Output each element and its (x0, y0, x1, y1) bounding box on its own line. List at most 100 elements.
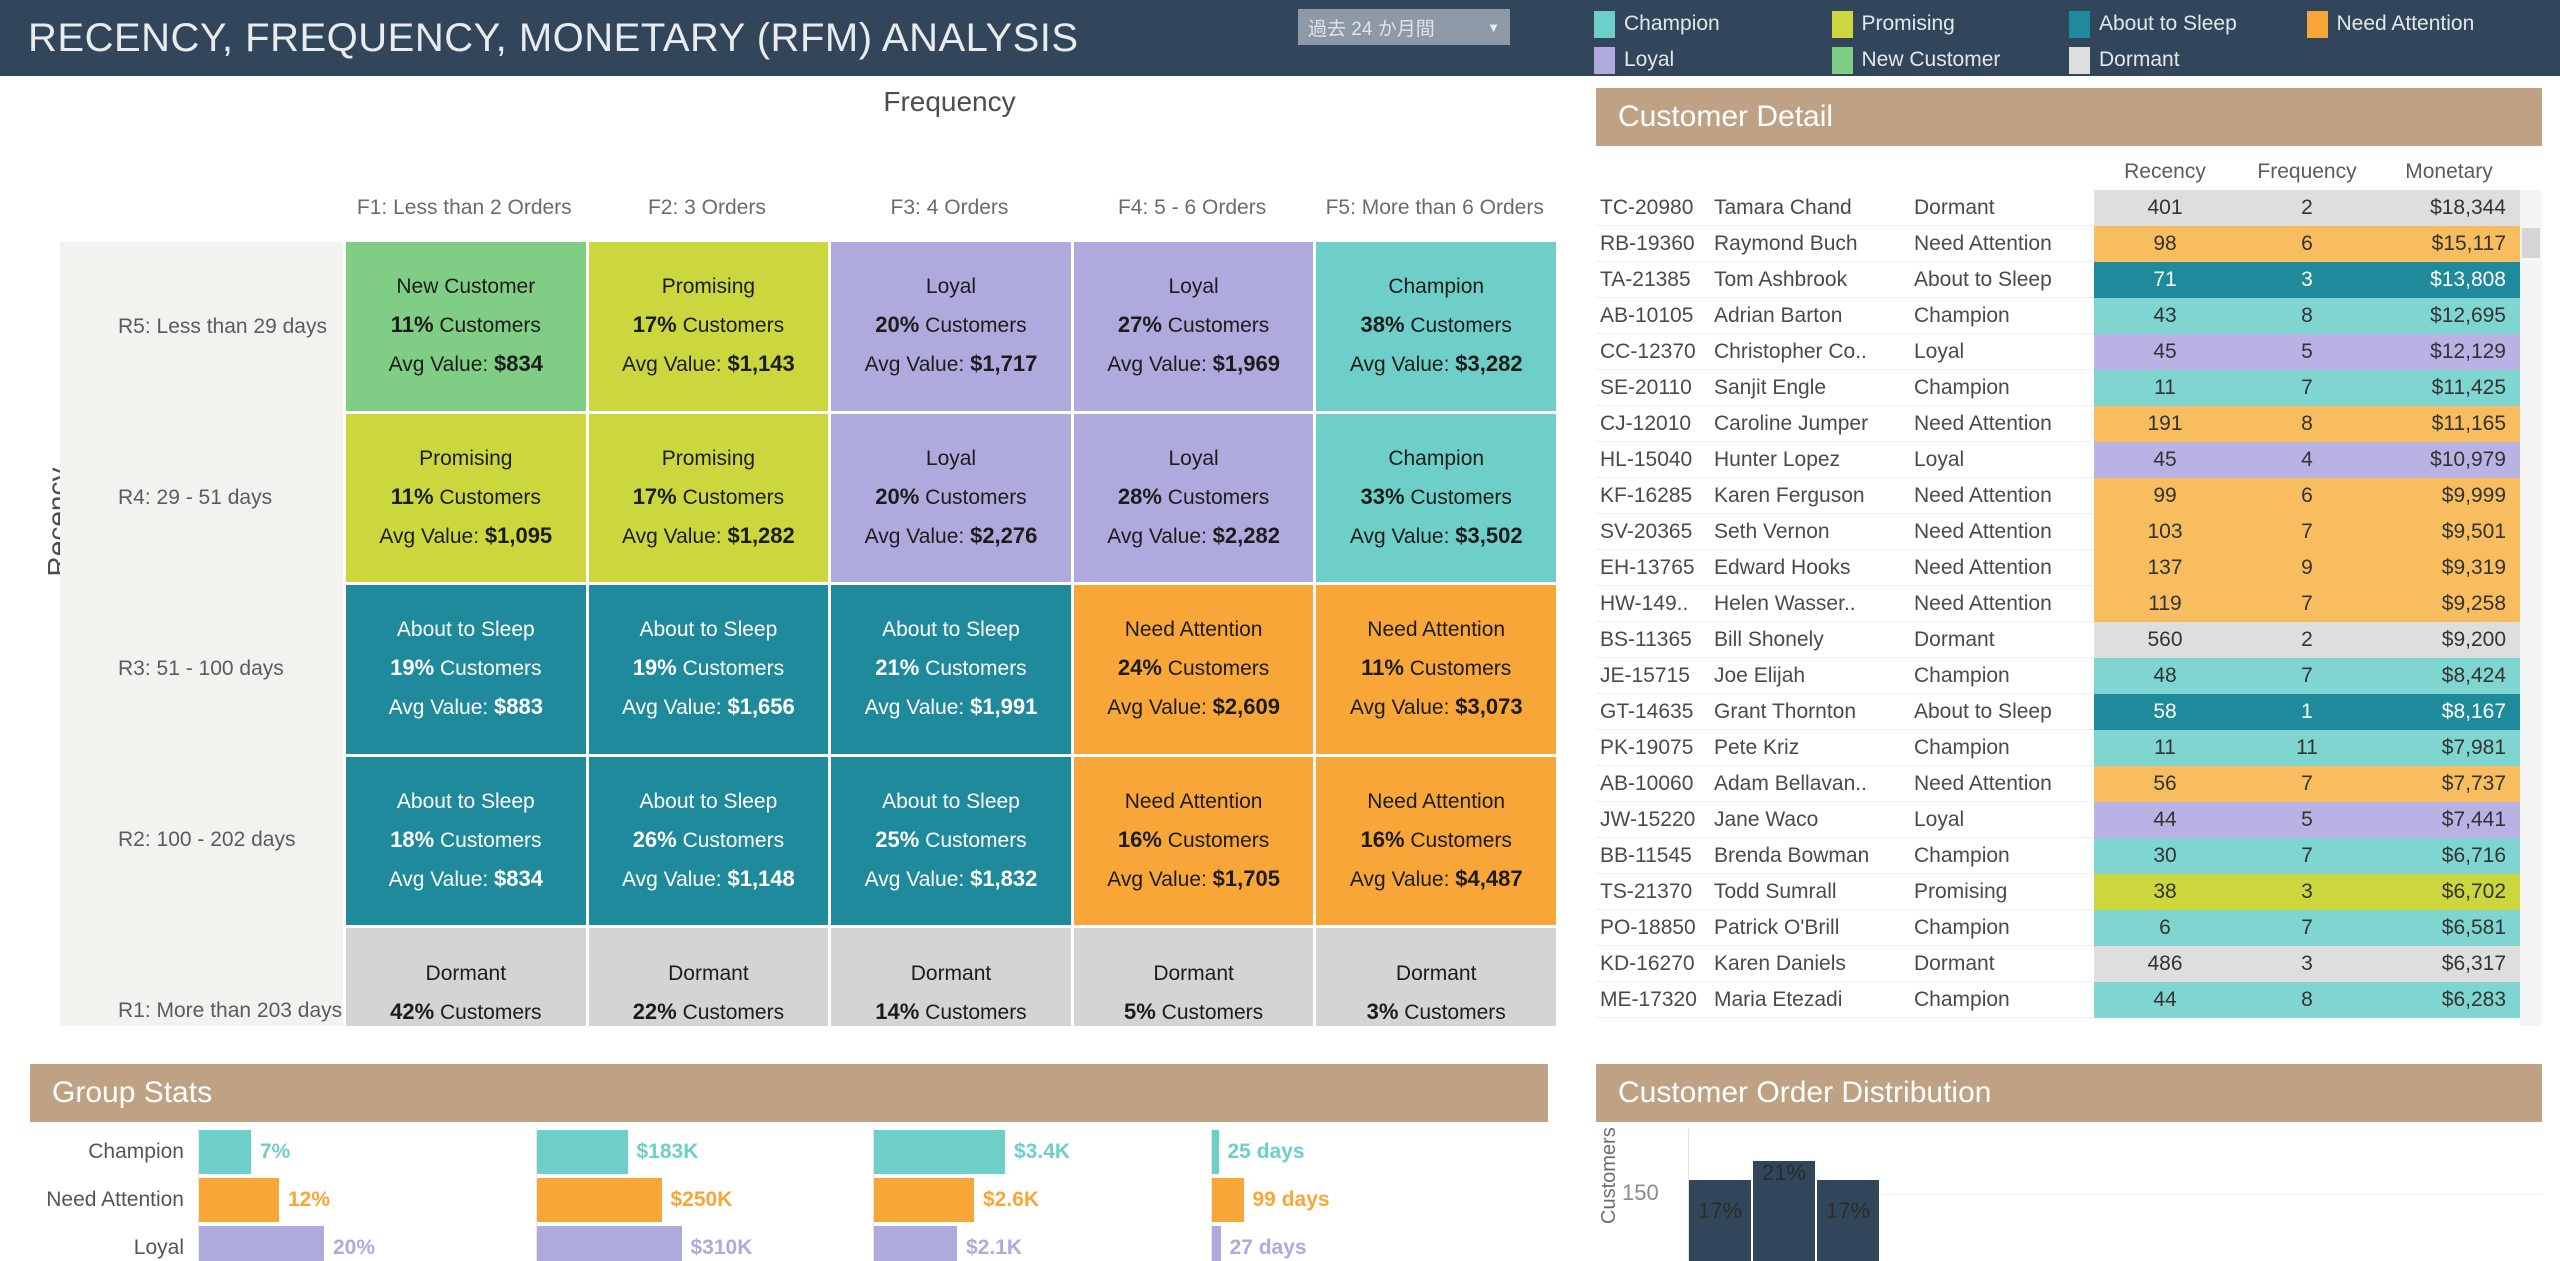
group-stats-bar-row[interactable]: 20% (199, 1224, 536, 1261)
cell-customer-pct: 16% Customers (1118, 827, 1269, 853)
od-bar-wrap[interactable]: 17% (1689, 1180, 1751, 1261)
table-row[interactable]: PK-19075Pete KrizChampion1111$7,981 (1596, 730, 2542, 766)
rfm-cell-r5-f5[interactable]: Champion38% CustomersAvg Value: $3,282 (1316, 242, 1556, 411)
legend-item-dormant[interactable]: Dormant (2069, 42, 2307, 78)
customer-segment: Dormant (1914, 952, 2094, 976)
rfm-cell-r2-f4[interactable]: Need Attention16% CustomersAvg Value: $1… (1074, 757, 1314, 926)
group-stats-bar-row[interactable]: 7% (199, 1128, 536, 1176)
frequency-axis-title: Frequency (343, 86, 1556, 118)
table-row[interactable]: HW-149..Helen Wasser..Need Attention1197… (1596, 586, 2542, 622)
table-row[interactable]: CJ-12010Caroline JumperNeed Attention191… (1596, 406, 2542, 442)
table-row[interactable]: TC-20980Tamara ChandDormant4012$18,344 (1596, 190, 2542, 226)
group-stats-bar-row[interactable]: 99 days (1212, 1176, 1549, 1224)
cell-segment-name: About to Sleep (640, 790, 778, 814)
legend-item-about-to-sleep[interactable]: About to Sleep (2069, 6, 2307, 42)
rfm-cell-r2-f2[interactable]: About to Sleep26% CustomersAvg Value: $1… (589, 757, 829, 926)
customer-table-column-header-monetary[interactable]: Monetary (2378, 160, 2520, 184)
table-row[interactable]: AB-10105Adrian BartonChampion438$12,695 (1596, 298, 2542, 334)
table-row[interactable]: HL-15040Hunter LopezLoyal454$10,979 (1596, 442, 2542, 478)
od-bar-wrap[interactable]: 17% (1817, 1180, 1879, 1261)
legend-item-need-attention[interactable]: Need Attention (2307, 6, 2545, 42)
table-row[interactable]: BS-11365Bill ShonelyDormant5602$9,200 (1596, 622, 2542, 658)
cell-avg-value: Avg Value: $1,717 (865, 351, 1038, 377)
customer-name: Tom Ashbrook (1714, 268, 1914, 292)
customer-frequency: 5 (2236, 334, 2378, 370)
customer-id: RB-19360 (1596, 232, 1714, 256)
chevron-down-icon: ▼ (1487, 20, 1500, 35)
rfm-cell-r5-f4[interactable]: Loyal27% CustomersAvg Value: $1,969 (1074, 242, 1314, 411)
group-stats-bar-row[interactable]: $310K (537, 1224, 874, 1261)
table-row[interactable]: BB-11545Brenda BowmanChampion307$6,716 (1596, 838, 2542, 874)
table-row[interactable]: CC-12370Christopher Co..Loyal455$12,129 (1596, 334, 2542, 370)
customer-segment: Loyal (1914, 808, 2094, 832)
customer-frequency: 3 (2236, 946, 2378, 982)
table-row[interactable]: GT-14635Grant ThorntonAbout to Sleep581$… (1596, 694, 2542, 730)
od-bar-wrap[interactable]: 21% (1753, 1161, 1815, 1261)
group-stats-metric-column-3: $3.4K$2.6K$2.1K (873, 1128, 1211, 1261)
customer-table-column-header-recency[interactable]: Recency (2094, 160, 2236, 184)
rfm-cell-r3-f4[interactable]: Need Attention24% CustomersAvg Value: $2… (1074, 585, 1314, 754)
customer-id: SV-20365 (1596, 520, 1714, 544)
table-row[interactable]: EH-13765Edward HooksNeed Attention1379$9… (1596, 550, 2542, 586)
rfm-cell-r4-f4[interactable]: Loyal28% CustomersAvg Value: $2,282 (1074, 414, 1314, 583)
customer-monetary: $11,165 (2378, 406, 2520, 442)
rfm-cell-r3-f1[interactable]: About to Sleep19% CustomersAvg Value: $8… (346, 585, 586, 754)
customer-table-column-header-frequency[interactable]: Frequency (2236, 160, 2378, 184)
legend-item-new-customer[interactable]: New Customer (1832, 42, 2070, 78)
table-row[interactable]: KD-16270Karen DanielsDormant4863$6,317 (1596, 946, 2542, 982)
rfm-cell-r2-f3[interactable]: About to Sleep25% CustomersAvg Value: $1… (831, 757, 1071, 926)
group-stats-bar-row[interactable]: 27 days (1212, 1224, 1549, 1261)
table-scrollbar-thumb[interactable] (2522, 228, 2540, 258)
cell-avg-value: Avg Value: $1,095 (379, 523, 552, 549)
rfm-cell-r4-f1[interactable]: Promising11% CustomersAvg Value: $1,095 (346, 414, 586, 583)
table-scrollbar-track[interactable] (2520, 190, 2542, 1026)
table-row[interactable]: TA-21385Tom AshbrookAbout to Sleep713$13… (1596, 262, 2542, 298)
customer-id: BB-11545 (1596, 844, 1714, 868)
rfm-cell-r5-f3[interactable]: Loyal20% CustomersAvg Value: $1,717 (831, 242, 1071, 411)
customer-frequency: 6 (2236, 478, 2378, 514)
table-row[interactable]: JW-15220Jane WacoLoyal445$7,441 (1596, 802, 2542, 838)
customer-name: Bill Shonely (1714, 628, 1914, 652)
customer-id: AB-10060 (1596, 772, 1714, 796)
rfm-cell-r4-f2[interactable]: Promising17% CustomersAvg Value: $1,282 (589, 414, 829, 583)
rfm-cell-r3-f5[interactable]: Need Attention11% CustomersAvg Value: $3… (1316, 585, 1556, 754)
group-stats-bar-row[interactable]: $2.6K (874, 1176, 1211, 1224)
group-stats-bar-row[interactable]: $2.1K (874, 1224, 1211, 1261)
legend-item-promising[interactable]: Promising (1832, 6, 2070, 42)
customer-frequency: 6 (2236, 226, 2378, 262)
customer-recency: 45 (2094, 334, 2236, 370)
table-row[interactable]: AB-10060Adam Bellavan..Need Attention567… (1596, 766, 2542, 802)
legend-swatch-icon (1594, 47, 1615, 74)
cell-customer-pct: 11% Customers (1361, 655, 1511, 681)
rfm-cell-r5-f1[interactable]: New Customer11% CustomersAvg Value: $834 (346, 242, 586, 411)
table-row[interactable]: KF-16285Karen FergusonNeed Attention996$… (1596, 478, 2542, 514)
group-stats-bar-row[interactable]: $250K (537, 1176, 874, 1224)
customer-monetary: $9,200 (2378, 622, 2520, 658)
customer-monetary: $12,695 (2378, 298, 2520, 334)
table-row[interactable]: TS-21370Todd SumrallPromising383$6,702 (1596, 874, 2542, 910)
legend-item-loyal[interactable]: Loyal (1594, 42, 1832, 78)
table-row[interactable]: RB-19360Raymond BuchNeed Attention986$15… (1596, 226, 2542, 262)
group-stats-bar-row[interactable]: $183K (537, 1128, 874, 1176)
rfm-cell-r5-f2[interactable]: Promising17% CustomersAvg Value: $1,143 (589, 242, 829, 411)
group-stats-bar-row[interactable]: $3.4K (874, 1128, 1211, 1176)
group-stats-value: 27 days (1230, 1236, 1307, 1260)
rfm-cell-r3-f3[interactable]: About to Sleep21% CustomersAvg Value: $1… (831, 585, 1071, 754)
cell-customer-pct: 27% Customers (1118, 312, 1269, 338)
rfm-cell-r3-f2[interactable]: About to Sleep19% CustomersAvg Value: $1… (589, 585, 829, 754)
rfm-cell-r2-f5[interactable]: Need Attention16% CustomersAvg Value: $4… (1316, 757, 1556, 926)
group-stats-bar-row[interactable]: 25 days (1212, 1128, 1549, 1176)
legend-item-champion[interactable]: Champion (1594, 6, 1832, 42)
table-row[interactable]: PO-18850Patrick O'BrillChampion67$6,581 (1596, 910, 2542, 946)
customer-id: SE-20110 (1596, 376, 1714, 400)
table-row[interactable]: ME-17320Maria EtezadiChampion448$6,283 (1596, 982, 2542, 1018)
rfm-cell-r4-f5[interactable]: Champion33% CustomersAvg Value: $3,502 (1316, 414, 1556, 583)
rfm-cell-r2-f1[interactable]: About to Sleep18% CustomersAvg Value: $8… (346, 757, 586, 926)
table-row[interactable]: JE-15715Joe ElijahChampion487$8,424 (1596, 658, 2542, 694)
rfm-cell-r4-f3[interactable]: Loyal20% CustomersAvg Value: $2,276 (831, 414, 1071, 583)
group-stats-bar-row[interactable]: 12% (199, 1176, 536, 1224)
table-row[interactable]: SE-20110Sanjit EngleChampion117$11,425 (1596, 370, 2542, 406)
period-filter-dropdown[interactable]: 過去 24 か月間 ▼ (1298, 9, 1510, 45)
table-row[interactable]: SV-20365Seth VernonNeed Attention1037$9,… (1596, 514, 2542, 550)
cell-segment-name: Champion (1388, 447, 1484, 471)
